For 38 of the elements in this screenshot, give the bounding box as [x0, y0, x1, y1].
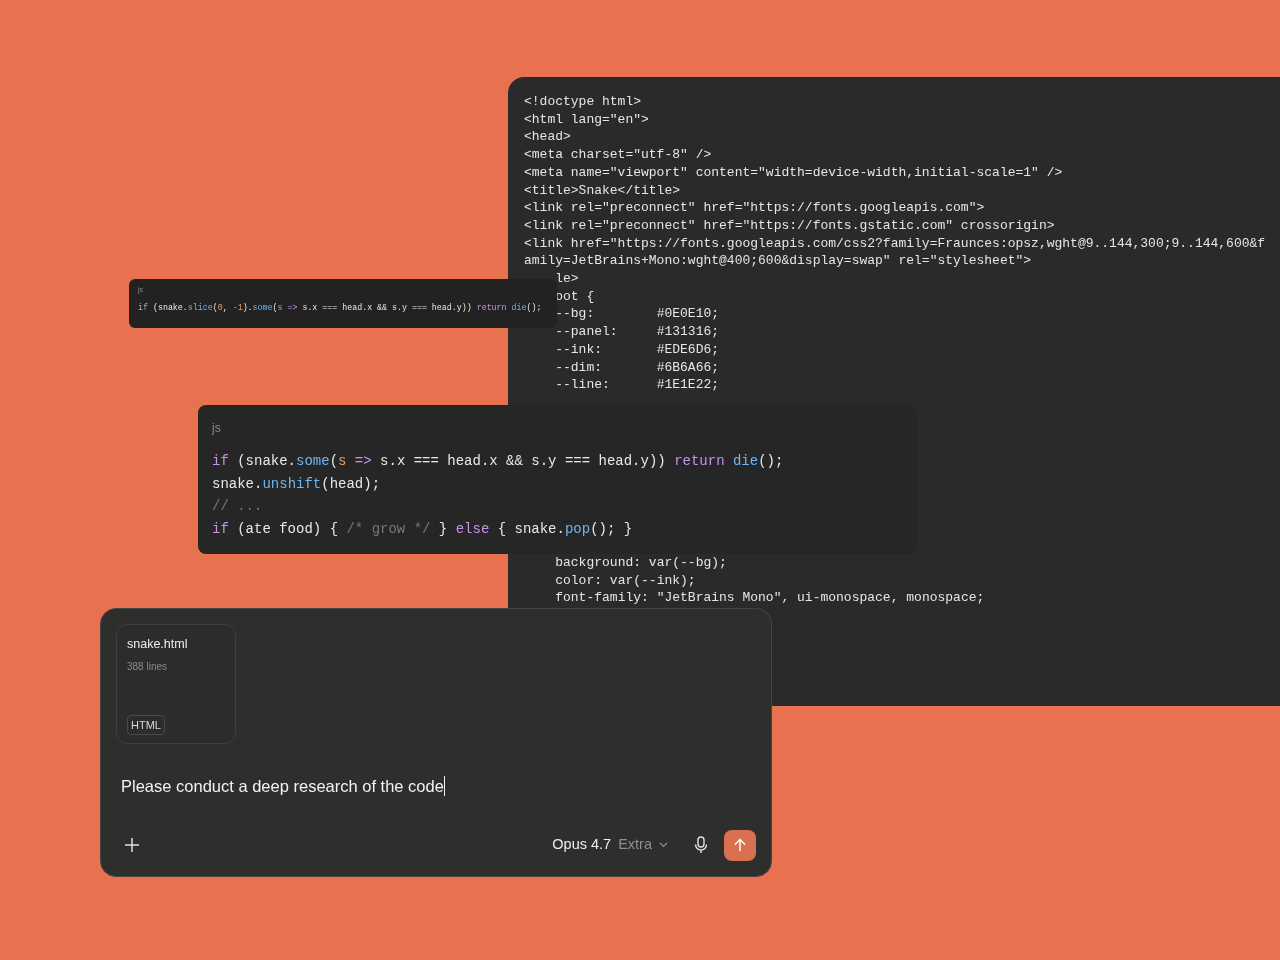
code-line: background: var(--bg);	[555, 553, 727, 572]
code-line: <link href="https://fonts.googleapis.com/css2?family=Fraunces:opsz,wght@9..144,300;9..144,600&f	[524, 234, 1266, 253]
code-line: color: var(--ink);	[555, 571, 696, 590]
line-count: 388 lines	[127, 659, 168, 674]
code-line: --bg: #0E0E10;	[555, 305, 720, 324]
code-line: if (ate food) { /* grow */ } else { snake.pop(); }	[212, 520, 633, 540]
send-button[interactable]	[724, 829, 756, 861]
plus-icon	[125, 838, 139, 852]
arrow-up-icon	[734, 838, 746, 852]
code-line: if (snake.some(s => s.x === head.x && s.y === head.y)) return die();	[212, 452, 784, 471]
code-line: <meta charset="utf-8" />	[524, 146, 712, 164]
code-line: le>	[555, 270, 579, 288]
file-name: snake.html	[127, 636, 188, 653]
code-line: <head>	[524, 128, 571, 147]
code-line: --ink: #EDE6D6;	[555, 340, 720, 359]
code-line: --panel: #131316;	[555, 323, 720, 341]
chevron-down-icon	[659, 842, 668, 848]
message-input[interactable]: Please conduct a deep research of the code	[116, 774, 756, 798]
code-line: // ...	[212, 497, 263, 517]
code-line: snake.unshift(head);	[212, 474, 381, 494]
code-line: <title>Snake</title>	[524, 181, 681, 200]
code-line: --dim: #6B6A66;	[555, 358, 720, 377]
language-label: js	[212, 420, 221, 437]
code-line: <html lang="en">	[524, 110, 649, 129]
code-line: <meta name="viewport" content="width=device-width,initial-scale=1" />	[524, 163, 1063, 182]
code-line: <!doctype html>	[524, 93, 642, 111]
code-line: <link rel="preconnect" href="https://fonts.googleapis.com">	[524, 199, 985, 217]
code-line: font-family: "JetBrains Mono", ui-monospace, monospace;	[555, 589, 985, 608]
model-selector[interactable]: Opus 4.7 Extra	[548, 830, 672, 860]
attachment-card[interactable]: snake.html 388 lines HTML	[116, 624, 236, 744]
code-line: if (snake.slice(0, -1).some(s => s.x === head.x && s.y === head.y)) return die();	[138, 303, 542, 313]
text-cursor	[443, 776, 445, 796]
code-line: amily=JetBrains+Mono:wght@400;600&display=swap" rel="stylesheet">	[524, 252, 1032, 271]
microphone-icon	[694, 836, 708, 854]
code-line: --line: #1E1E22;	[555, 376, 720, 394]
code-line: <link rel="preconnect" href="https://fonts.gstatic.com" crossorigin>	[524, 216, 1055, 235]
file-type-tag: HTML	[127, 714, 165, 735]
message-text: Please conduct a deep research of the code	[121, 775, 444, 797]
